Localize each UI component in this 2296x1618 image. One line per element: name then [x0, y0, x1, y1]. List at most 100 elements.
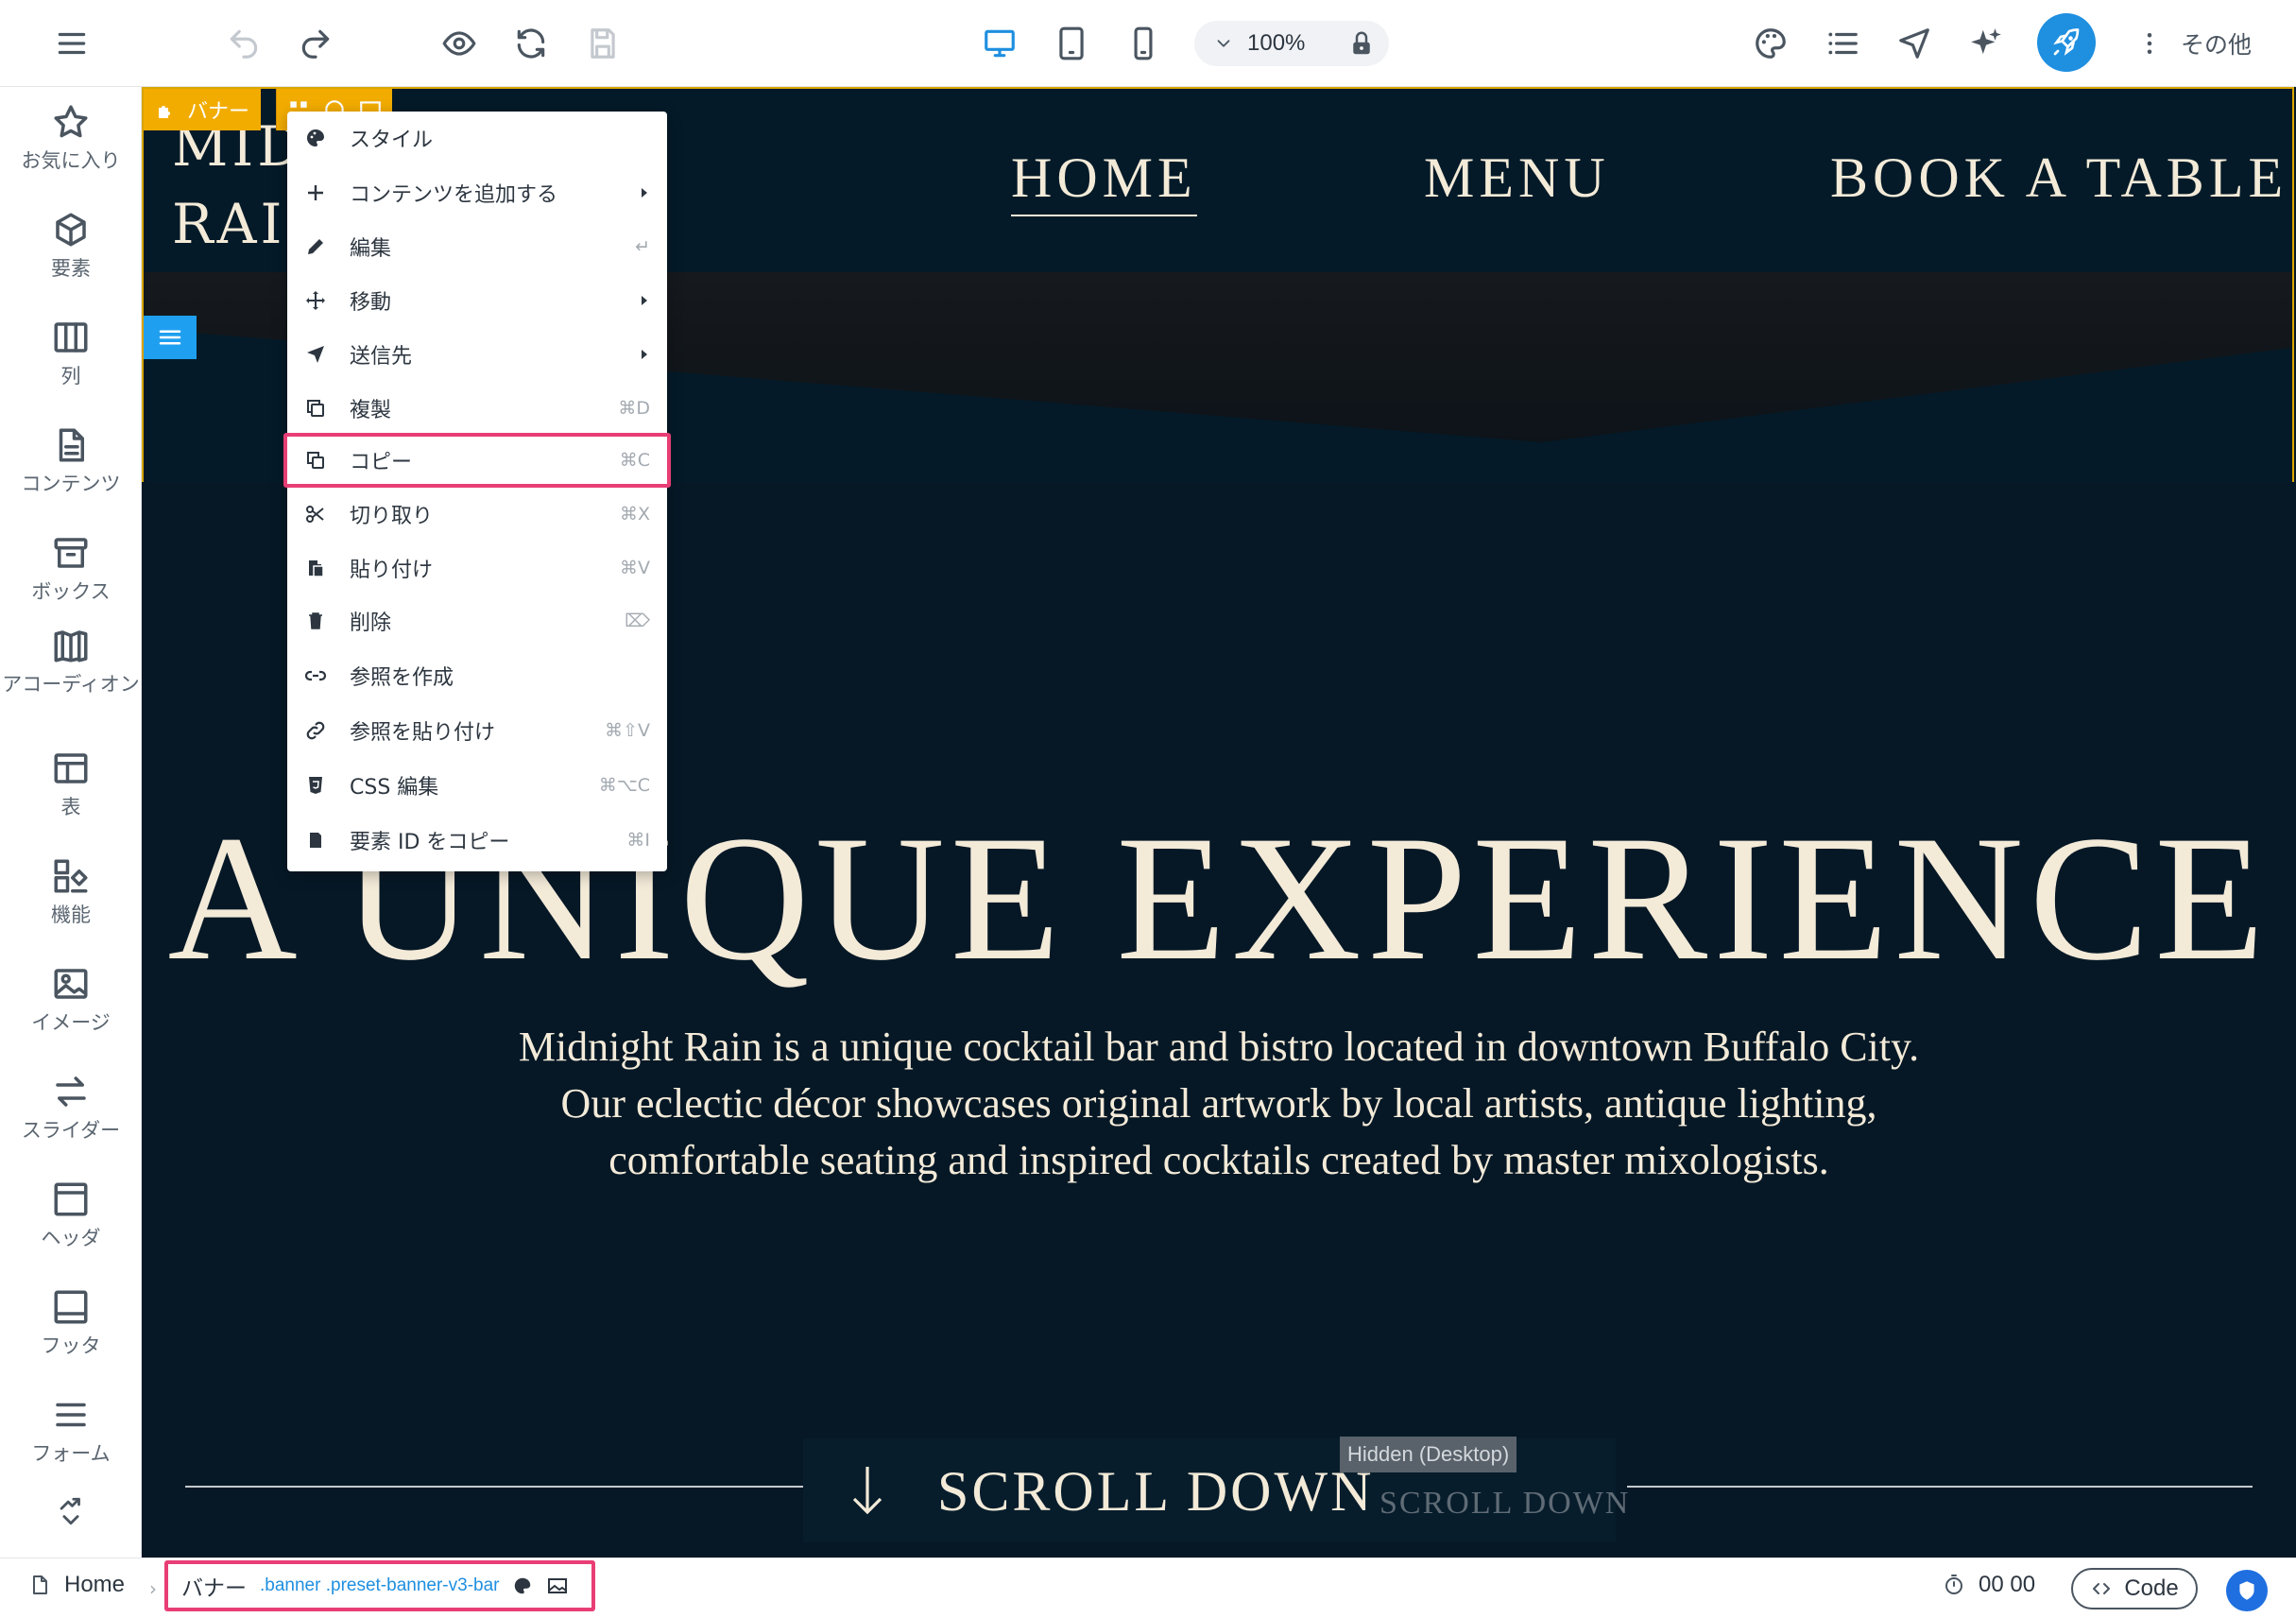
image-icon[interactable]	[546, 1575, 569, 1597]
sidebar-item-footer[interactable]: フッタ	[0, 1287, 142, 1359]
sidebar-item-box[interactable]: ボックス	[0, 533, 142, 605]
save-icon[interactable]	[576, 17, 629, 70]
menu-item-duplicate[interactable]: 複製 ⌘D	[287, 385, 667, 432]
menu-item-paste-reference[interactable]: 参照を貼り付け ⌘⇧V	[287, 707, 667, 754]
hero-description-line: Our eclectic décor showcases original ar…	[560, 1080, 1877, 1127]
zoom-selector[interactable]: 100%	[1194, 21, 1389, 66]
sparkle-ai-icon[interactable]	[1960, 17, 2013, 70]
sidebar-item-accordion[interactable]: アコーディオン	[0, 626, 142, 697]
css-icon	[309, 777, 322, 794]
hamburger-menu-icon[interactable]	[45, 17, 98, 70]
page-selector[interactable]: Home	[28, 1572, 125, 1598]
sidebar-item-content[interactable]: コンテンツ	[0, 425, 142, 497]
paste-icon	[309, 560, 324, 577]
page-icon	[33, 1575, 47, 1594]
star-icon	[54, 105, 88, 138]
id-copy-icon	[310, 833, 321, 848]
menu-item-style[interactable]: スタイル	[287, 114, 667, 162]
menu-item-css-edit[interactable]: CSS 編集 ⌘⌥C	[287, 762, 667, 809]
trash-icon	[309, 612, 322, 629]
undo-icon[interactable]	[217, 17, 270, 70]
menu-item-edit[interactable]: 編集 ↵	[287, 223, 667, 270]
table-icon	[54, 753, 88, 783]
preview-eye-icon[interactable]	[433, 17, 486, 70]
sidebar-item-table[interactable]: 表	[0, 749, 142, 820]
hero-description[interactable]: Midnight Rain is a unique cocktail bar a…	[425, 1019, 2013, 1189]
chevron-down-icon	[1217, 40, 1230, 47]
top-toolbar: 100% その他	[0, 0, 2296, 87]
menu-item-add-content[interactable]: コンテンツを追加する	[287, 169, 667, 216]
slider-icon	[56, 1076, 86, 1107]
sidebar-more-items[interactable]	[0, 1495, 142, 1527]
menu-item-label: 複製	[350, 399, 392, 422]
palette-icon[interactable]	[1744, 17, 1797, 70]
menu-item-label: 要素 ID をコピー	[350, 831, 510, 854]
refresh-icon[interactable]	[505, 17, 557, 70]
menu-item-send-to[interactable]: 送信先	[287, 331, 667, 378]
sidebar-item-elements[interactable]: 要素	[0, 210, 142, 282]
more-menu-button[interactable]: その他	[2135, 21, 2252, 66]
lock-icon[interactable]	[1347, 29, 1376, 58]
sidebar-item-label: 列	[60, 365, 81, 387]
scroll-down-text[interactable]: SCROLL DOWN	[937, 1459, 1374, 1524]
hidden-desktop-badge: Hidden (Desktop)	[1340, 1437, 1517, 1472]
menu-item-create-reference[interactable]: 参照を作成	[287, 652, 667, 699]
code-button[interactable]: Code	[2071, 1568, 2198, 1609]
sidebar-item-header[interactable]: ヘッダ	[0, 1179, 142, 1251]
redo-icon[interactable]	[289, 17, 342, 70]
menu-item-cut[interactable]: 切り取り ⌘X	[287, 491, 667, 538]
sidebar-item-label: 表	[60, 796, 81, 818]
nav-link-book-a-table[interactable]: BOOK A TABLE	[1830, 146, 2287, 211]
sidebar-item-columns[interactable]: 列	[0, 318, 142, 389]
menu-item-label: コンテンツを追加する	[350, 183, 558, 207]
menu-item-copy-element-id[interactable]: 要素 ID をコピー ⌘I	[287, 817, 667, 864]
submenu-arrow-icon	[642, 296, 647, 305]
menu-item-label: 移動	[350, 291, 392, 315]
menu-item-paste[interactable]: 貼り付け ⌘V	[287, 544, 667, 592]
publish-rocket-button[interactable]	[2037, 13, 2096, 72]
sidebar-item-label: スライダー	[21, 1119, 121, 1142]
trend-chevron-icon	[60, 1497, 80, 1525]
banner-element-label[interactable]: バナー	[144, 89, 262, 130]
palette-icon[interactable]	[512, 1575, 533, 1596]
breadcrumb-element-name[interactable]: バナー	[181, 1570, 247, 1602]
section-drag-handle[interactable]	[144, 316, 197, 359]
shield-icon	[2239, 1581, 2254, 1600]
sidebar-item-form[interactable]: フォーム	[0, 1395, 142, 1467]
sidebar-item-favorites[interactable]: お気に入り	[0, 102, 142, 174]
menu-item-label: 切り取り	[350, 505, 434, 528]
menu-item-label: 送信先	[350, 345, 413, 369]
scroll-down-row: SCROLL DOWN SCROLL DOWN	[142, 1438, 2296, 1542]
nav-link-home[interactable]: HOME	[1011, 146, 1197, 216]
menu-item-shortcut: ⌘D	[618, 398, 650, 419]
sidebar-item-label: 機能	[51, 904, 91, 926]
rocket-icon	[2053, 28, 2080, 56]
menu-item-delete[interactable]: 削除 ⌦	[287, 597, 667, 645]
kebab-menu-icon	[2147, 33, 2152, 54]
banner-label-text: バナー	[187, 100, 250, 124]
palette-icon	[306, 129, 324, 146]
sidebar-item-label: お気に入り	[21, 149, 121, 172]
accordion-icon	[54, 630, 88, 663]
box-icon	[54, 538, 88, 568]
scroll-down-hidden-text: SCROLL DOWN	[1379, 1486, 1631, 1521]
sidebar-item-slider[interactable]: スライダー	[0, 1072, 142, 1144]
menu-item-move[interactable]: 移動	[287, 277, 667, 324]
sidebar-item-image[interactable]: イメージ	[0, 964, 142, 1036]
menu-item-shortcut: ↵	[635, 236, 650, 257]
timer-value: 00 00	[1979, 1572, 2036, 1597]
sidebar-item-features[interactable]: 機能	[0, 856, 142, 928]
breadcrumb-classes[interactable]: .banner .preset-banner-v3-bar	[260, 1575, 499, 1596]
mobile-view-icon[interactable]	[1117, 17, 1170, 70]
security-shield-button[interactable]	[2226, 1570, 2268, 1611]
desktop-view-icon[interactable]	[973, 17, 1026, 70]
menu-item-label: 参照を作成	[350, 666, 454, 690]
duplicate-icon	[307, 400, 324, 417]
breadcrumb[interactable]: バナー .banner .preset-banner-v3-bar	[164, 1560, 595, 1611]
list-icon[interactable]	[1816, 17, 1869, 70]
navigate-icon[interactable]	[1888, 17, 1941, 70]
pencil-icon	[308, 239, 323, 254]
tablet-view-icon[interactable]	[1045, 17, 1098, 70]
nav-link-menu[interactable]: MENU	[1424, 146, 1610, 211]
image-icon	[54, 969, 88, 999]
